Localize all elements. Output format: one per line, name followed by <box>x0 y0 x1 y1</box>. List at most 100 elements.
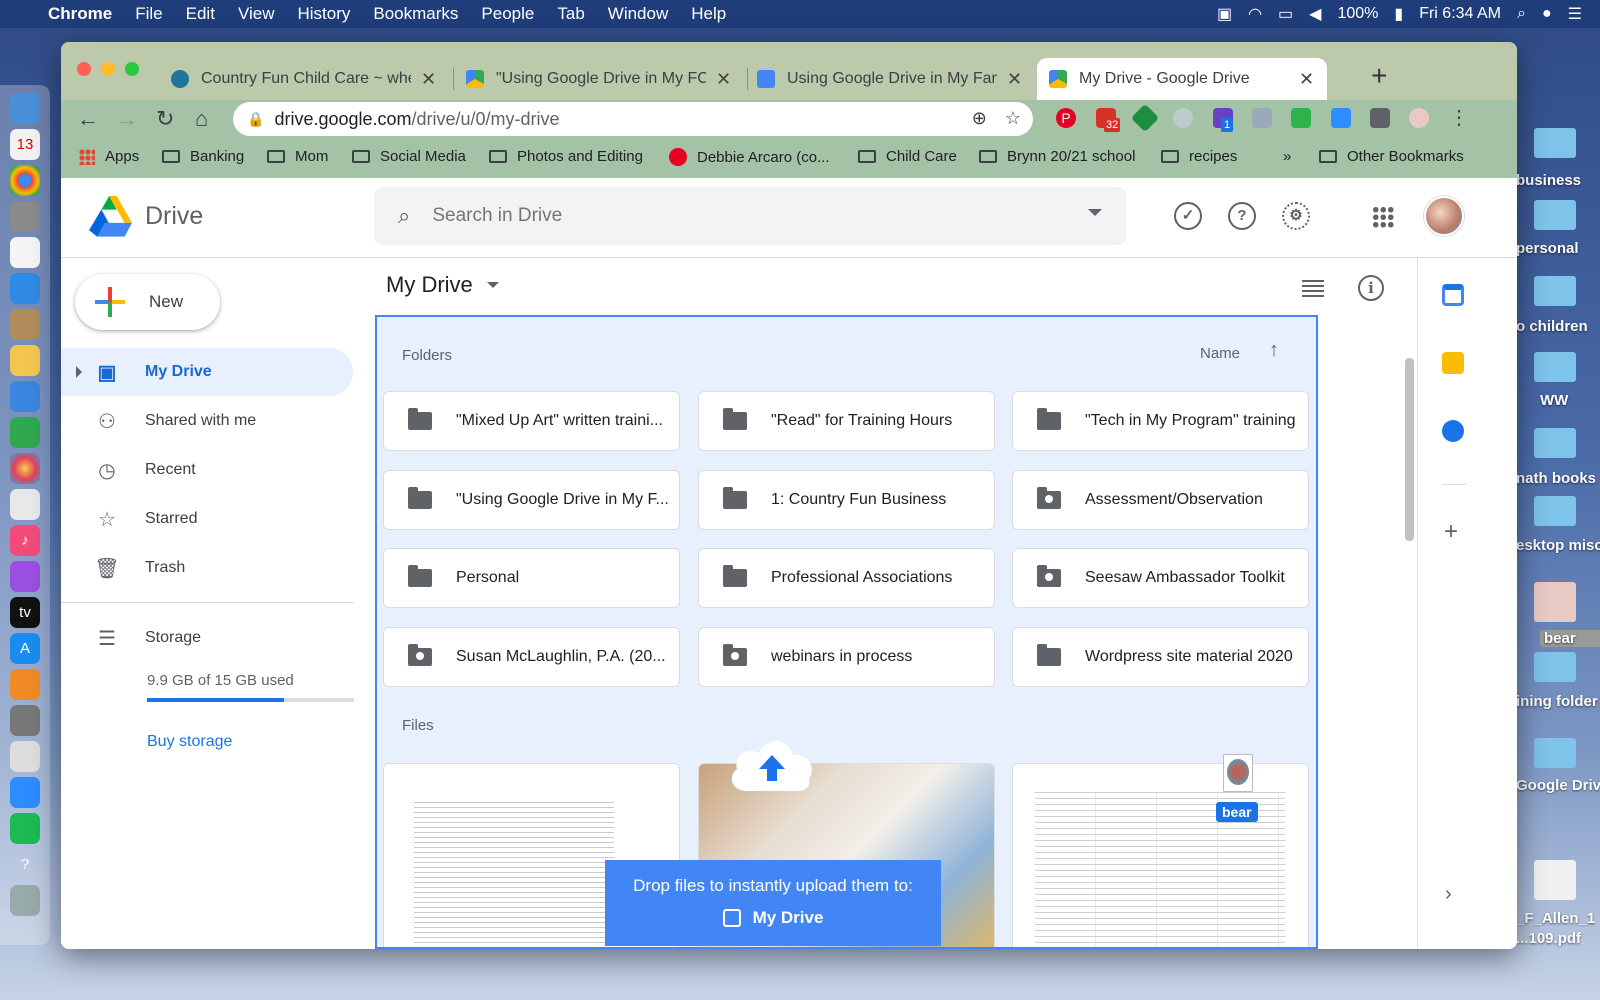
settings-gear-icon[interactable]: ⚙ <box>1282 202 1310 230</box>
menu-history[interactable]: History <box>297 4 350 24</box>
home-icon[interactable]: ⌂ <box>195 106 208 132</box>
desktop-folder-icon[interactable] <box>1534 276 1576 306</box>
menu-window[interactable]: Window <box>608 4 668 24</box>
profile-avatar-icon[interactable] <box>1409 108 1429 128</box>
siri-icon[interactable]: ● <box>1542 5 1552 23</box>
blocked-app-2-icon[interactable] <box>10 741 40 772</box>
desktop-item[interactable]: business <box>1516 172 1600 189</box>
bookmark-child-care[interactable]: Child Care <box>858 148 957 165</box>
app-store-icon[interactable]: A <box>10 633 40 664</box>
keep-addon-icon[interactable] <box>1442 352 1464 374</box>
music-icon[interactable]: ♪ <box>10 525 40 556</box>
desktop-folder-icon[interactable] <box>1534 738 1576 768</box>
notification-icon[interactable]: ▣ <box>1217 4 1232 24</box>
tab-using-drive-fcc[interactable]: "Using Google Drive in My FCC ✕ <box>454 58 744 100</box>
volume-icon[interactable]: ◀︎ <box>1309 4 1321 24</box>
search-input[interactable] <box>432 205 1033 227</box>
desktop-folder-icon[interactable] <box>1534 128 1576 158</box>
info-icon[interactable]: i <box>1358 275 1384 301</box>
tab-country-fun[interactable]: Country Fun Child Care ~ where ✕ <box>159 58 449 100</box>
dragged-file-thumbnail[interactable] <box>1223 754 1253 792</box>
bookmark-other[interactable]: Other Bookmarks <box>1319 148 1464 165</box>
menu-edit[interactable]: Edit <box>186 4 215 24</box>
list-view-icon[interactable] <box>1302 280 1324 298</box>
gmail-extension-icon[interactable]: 32 <box>1096 108 1121 132</box>
desktop-folder-icon[interactable] <box>1534 428 1576 458</box>
ready-for-offline-icon[interactable]: ✓ <box>1174 202 1202 230</box>
desktop-item[interactable]: bear <box>1540 630 1600 647</box>
forward-arrow-icon[interactable]: → <box>116 106 138 132</box>
file-card-spreadsheet[interactable] <box>1012 763 1309 947</box>
folder-card[interactable]: Seesaw Ambassador Toolkit <box>1012 548 1309 608</box>
expand-panel-chevron-icon[interactable]: › <box>1445 883 1452 906</box>
zoom-icon[interactable] <box>10 777 40 808</box>
help-icon[interactable]: ? <box>1228 202 1256 230</box>
close-tab-icon[interactable]: ✕ <box>421 69 436 90</box>
spotify-icon[interactable] <box>10 813 40 844</box>
pages-icon[interactable] <box>10 345 40 376</box>
tasks-addon-icon[interactable] <box>1442 420 1464 442</box>
search-options-dropdown-icon[interactable] <box>1088 209 1102 216</box>
sort-ascending-arrow-icon[interactable]: ↑ <box>1269 339 1279 362</box>
menu-tab[interactable]: Tab <box>557 4 584 24</box>
folder-card[interactable]: webinars in process <box>698 627 995 687</box>
bookmark-photos-editing[interactable]: Photos and Editing <box>489 148 643 165</box>
menubar-clock[interactable]: Fri 6:34 AM <box>1419 5 1501 23</box>
buy-storage-link[interactable]: Buy storage <box>147 733 232 751</box>
sort-by-name-button[interactable]: Name <box>1200 345 1240 362</box>
new-button[interactable]: New <box>75 274 220 330</box>
pdf-file-icon[interactable] <box>1534 860 1576 900</box>
r-extension-icon[interactable]: 1 <box>1213 108 1234 132</box>
desktop-folder-icon[interactable] <box>1534 496 1576 526</box>
zoom-extension-icon[interactable] <box>1331 108 1351 128</box>
folder-card[interactable]: Wordpress site material 2020 <box>1012 627 1309 687</box>
bookmarks-overflow-button[interactable]: » <box>1283 148 1291 165</box>
sidebar-item-starred[interactable]: ☆ Starred <box>61 495 353 543</box>
desktop-folder-icon[interactable] <box>1534 200 1576 230</box>
zoom-window-button[interactable] <box>125 62 139 76</box>
bookmark-recipes[interactable]: recipes <box>1161 148 1237 165</box>
folder-card[interactable]: "Mixed Up Art" written traini... <box>383 391 680 451</box>
desktop-item[interactable]: Google Drive <box>1516 777 1600 794</box>
numbers-icon[interactable] <box>10 417 40 448</box>
apple-tv-icon[interactable]: tv <box>10 597 40 628</box>
expand-triangle-icon[interactable] <box>76 366 82 378</box>
bookmark-mom[interactable]: Mom <box>267 148 328 165</box>
tab-using-drive-family[interactable]: Using Google Drive in My Family ✕ <box>745 58 1035 100</box>
trash-icon[interactable] <box>10 885 40 916</box>
spotlight-search-icon[interactable]: ⌕ <box>1517 5 1526 23</box>
sidebar-item-recent[interactable]: ◷ Recent <box>61 446 353 494</box>
folder-card[interactable]: Professional Associations <box>698 548 995 608</box>
finder-icon[interactable] <box>10 93 40 124</box>
pinterest-extension-icon[interactable]: P <box>1056 108 1076 128</box>
sidebar-item-storage[interactable]: ☰ Storage <box>61 614 353 662</box>
books-icon[interactable] <box>10 669 40 700</box>
desktop-folder-icon[interactable] <box>1534 352 1576 382</box>
dropbox-extension-icon[interactable] <box>1252 108 1272 128</box>
google-apps-grid-icon[interactable] <box>1372 206 1394 228</box>
desktop-item[interactable]: o children <box>1516 318 1600 335</box>
close-tab-icon[interactable]: ✕ <box>1007 69 1022 90</box>
help-icon[interactable]: ? <box>10 849 40 880</box>
calendar-addon-icon[interactable] <box>1442 284 1464 306</box>
menu-bookmarks[interactable]: Bookmarks <box>373 4 458 24</box>
folder-card[interactable]: 1: Country Fun Business <box>698 470 995 530</box>
search-icon[interactable]: ⌕ <box>398 203 410 229</box>
podcasts-icon[interactable] <box>10 561 40 592</box>
desktop-item[interactable]: personal <box>1516 240 1600 257</box>
desktop-item[interactable]: ining folder <box>1516 693 1600 710</box>
menu-help[interactable]: Help <box>691 4 726 24</box>
get-addons-plus-icon[interactable]: + <box>1444 518 1458 546</box>
upload-drop-zone[interactable]: Folders Name ↑ "Mixed Up Art" written tr… <box>375 315 1318 949</box>
blocked-app-icon[interactable] <box>10 489 40 520</box>
pocket-extension-icon[interactable] <box>1173 108 1193 128</box>
desktop-item[interactable]: _F_Allen_1 <box>1516 910 1600 927</box>
minimize-window-button[interactable] <box>101 62 115 76</box>
product-name[interactable]: Drive <box>145 202 203 231</box>
photos-icon[interactable] <box>10 453 40 484</box>
back-arrow-icon[interactable]: ← <box>77 106 99 132</box>
folder-card[interactable]: Personal <box>383 548 680 608</box>
keynote-icon[interactable] <box>10 381 40 412</box>
reload-icon[interactable]: ↻ <box>156 106 174 132</box>
chrome-icon[interactable] <box>10 165 40 196</box>
